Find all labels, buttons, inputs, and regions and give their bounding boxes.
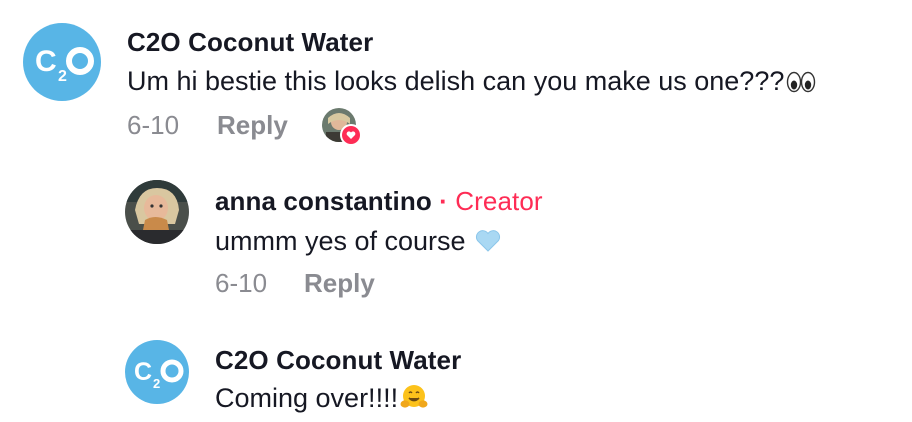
c2o-avatar[interactable]: C 2 bbox=[23, 23, 101, 101]
comment-author[interactable]: anna constantino · Creator bbox=[215, 186, 543, 217]
comment-text-body: ummm yes of course bbox=[215, 226, 466, 256]
reply-button[interactable]: Reply bbox=[304, 268, 375, 299]
svg-text:2: 2 bbox=[153, 376, 160, 391]
creator-badge: Creator bbox=[455, 186, 543, 216]
hugging-face-emoji-icon bbox=[400, 384, 428, 417]
svg-text:2: 2 bbox=[58, 68, 67, 85]
comment-c2o-2: C 2 C2O Coconut Water Coming over!!!! bbox=[0, 320, 912, 422]
c2o-avatar[interactable]: C 2 bbox=[125, 340, 189, 404]
user-photo-icon bbox=[125, 180, 189, 244]
author-separator: · bbox=[439, 186, 448, 216]
comment-reply-creator: anna constantino · Creator ummm yes of c… bbox=[0, 160, 912, 320]
comment-c2o-1: C 2 C2O Coconut Water Um hi bestie this … bbox=[0, 0, 912, 160]
author-name: anna constantino bbox=[215, 186, 432, 216]
reply-button[interactable]: Reply bbox=[217, 110, 288, 141]
comment-date: 6-10 bbox=[215, 268, 268, 298]
c2o-logo-icon: C 2 bbox=[134, 358, 184, 391]
svg-text:C: C bbox=[134, 358, 152, 386]
comment-text: ummm yes of course bbox=[215, 226, 501, 260]
comment-date: 6-10 bbox=[127, 110, 180, 140]
heart-icon bbox=[340, 124, 362, 146]
light-blue-heart-emoji-icon bbox=[475, 229, 501, 260]
comment-text: Um hi bestie this looks delish can you m… bbox=[127, 66, 816, 100]
liked-by-creator-badge bbox=[322, 108, 362, 146]
comment-text-body: Coming over!!!! bbox=[215, 383, 399, 413]
anna-avatar[interactable] bbox=[125, 180, 189, 244]
comment-author[interactable]: C2O Coconut Water bbox=[127, 27, 373, 58]
svg-text:C: C bbox=[35, 45, 57, 78]
comment-text: Coming over!!!! bbox=[215, 383, 428, 417]
eyes-emoji-icon bbox=[786, 69, 816, 100]
comment-author[interactable]: C2O Coconut Water bbox=[215, 345, 461, 376]
c2o-logo-icon: C 2 bbox=[35, 45, 94, 85]
comment-text-body: Um hi bestie this looks delish can you m… bbox=[127, 66, 785, 96]
